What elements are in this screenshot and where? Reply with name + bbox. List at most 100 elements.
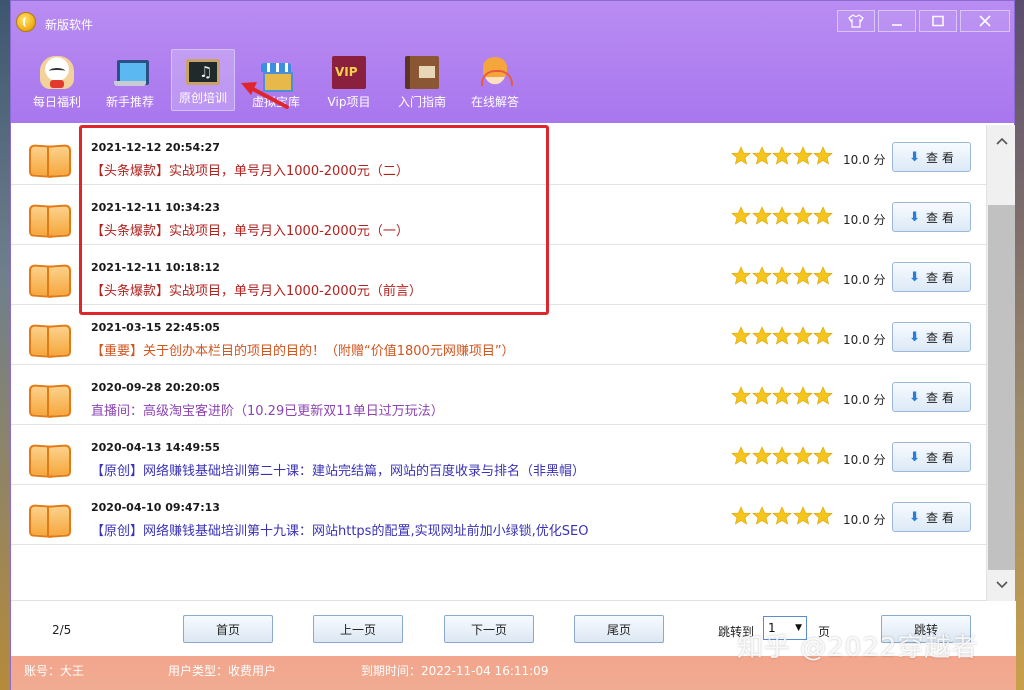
star-icon [772, 206, 792, 226]
list-item[interactable]: 2021-03-15 22:45:05 【重要】关于创办本栏目的项目的目的！（附赠… [11, 305, 996, 365]
star-icon [792, 146, 813, 166]
open-book-icon [29, 385, 71, 415]
toolbar-item-label: Vip项目 [327, 95, 371, 109]
star-icon [813, 266, 833, 286]
page-indicator: 2/5 [52, 623, 72, 637]
star-icon [751, 266, 772, 286]
skin-button[interactable] [837, 10, 875, 32]
toolbar-item-0[interactable]: 每日福利 [25, 49, 89, 111]
book-guide-icon [405, 56, 439, 89]
window-title: 新版软件 [45, 18, 94, 32]
list-item[interactable]: 2021-12-11 10:18:12 【头条爆款】实战项目，单号月入1000-2… [11, 245, 996, 305]
window-controls [834, 10, 1014, 32]
minimize-button[interactable] [878, 10, 916, 32]
next-page-button[interactable]: 下一页 [444, 615, 534, 643]
item-title-link[interactable]: 【头条爆款】实战项目，单号月入1000-2000元（前言） [91, 280, 422, 299]
list-item[interactable]: 2021-12-12 20:54:27 【头条爆款】实战项目，单号月入1000-2… [11, 125, 996, 185]
article-list: 2021-12-12 20:54:27 【头条爆款】实战项目，单号月入1000-2… [11, 125, 996, 601]
chevron-down-icon [995, 581, 1008, 589]
item-title-link[interactable]: 【头条爆款】实战项目，单号月入1000-2000元（二） [91, 160, 409, 179]
toolbar-item-1[interactable]: 新手推荐 [98, 49, 162, 111]
close-button[interactable] [960, 10, 1010, 32]
item-title-link[interactable]: 直播间：高级淘宝客进阶（10.29已更新双11单日过万玩法） [91, 400, 444, 419]
star-icon [792, 326, 813, 346]
item-title-link[interactable]: 【头条爆款】实战项目，单号月入1000-2000元（一） [91, 220, 409, 239]
vip-icon [332, 56, 366, 89]
item-title-link[interactable]: 【重要】关于创办本栏目的项目的目的！（附赠“价值1800元网赚项目”） [91, 340, 515, 359]
list-item[interactable]: 2020-09-28 20:20:05 直播间：高级淘宝客进阶（10.29已更新双… [11, 365, 996, 425]
toolbar-item-6[interactable]: 在线解答 [463, 49, 527, 111]
download-arrow-icon: ⬇ [909, 449, 921, 465]
rating-stars [731, 146, 834, 166]
scroll-down-button[interactable] [987, 571, 1016, 599]
star-icon [751, 506, 772, 526]
download-arrow-icon: ⬇ [909, 509, 921, 525]
list-item[interactable]: 2021-12-11 10:34:23 【头条爆款】实战项目，单号月入1000-2… [11, 185, 996, 245]
item-score: 10.0 分 [843, 213, 886, 227]
view-button[interactable]: ⬇ 查 看 [892, 202, 971, 232]
last-page-button[interactable]: 尾页 [574, 615, 664, 643]
item-score: 10.0 分 [843, 333, 886, 347]
view-button-label: 查 看 [926, 510, 954, 525]
toolbar-item-label: 原创培训 [178, 91, 227, 105]
list-item[interactable]: 2020-04-10 09:47:13 【原创】网络赚钱基础培训第十九课：网站ht… [11, 485, 996, 545]
view-button-label: 查 看 [926, 330, 954, 345]
view-button-label: 查 看 [926, 450, 954, 465]
title-bar: 新版软件 [11, 1, 1014, 41]
star-icon [772, 446, 792, 466]
scroll-up-button[interactable] [987, 127, 1016, 155]
download-arrow-icon: ⬇ [909, 389, 921, 405]
vertical-scrollbar[interactable] [986, 125, 1015, 601]
scroll-thumb[interactable] [988, 205, 1015, 570]
view-button[interactable]: ⬇ 查 看 [892, 502, 971, 532]
open-book-icon [29, 145, 71, 175]
list-item[interactable]: 2020-04-13 14:49:55 【原创】网络赚钱基础培训第二十课：建站完结… [11, 425, 996, 485]
open-book-icon [29, 265, 71, 295]
toolbar-item-4[interactable]: Vip项目 [317, 49, 381, 111]
view-button-label: 查 看 [926, 210, 954, 225]
expiry-status: 到期时间：2022-11-04 16:11:09 [361, 664, 549, 678]
rating-stars [731, 386, 834, 406]
maximize-icon [932, 15, 944, 27]
view-button[interactable]: ⬇ 查 看 [892, 262, 971, 292]
item-date: 2021-12-11 10:18:12 [91, 261, 220, 274]
prev-page-button[interactable]: 上一页 [313, 615, 403, 643]
app-window: 新版软件 每日福利新手推荐原创培训虚拟宝库Vip项目入门指南在线解答 [10, 0, 1016, 690]
star-icon [731, 386, 751, 406]
view-button[interactable]: ⬇ 查 看 [892, 382, 971, 412]
view-button[interactable]: ⬇ 查 看 [892, 322, 971, 352]
item-date: 2021-12-12 20:54:27 [91, 141, 220, 154]
maximize-button[interactable] [919, 10, 957, 32]
app-logo-icon [16, 12, 36, 32]
view-button-label: 查 看 [926, 390, 954, 405]
item-title-link[interactable]: 【原创】网络赚钱基础培训第二十课：建站完结篇，网站的百度收录与排名（非黑帽） [91, 460, 585, 479]
star-icon [792, 386, 813, 406]
download-arrow-icon: ⬇ [909, 269, 921, 285]
toolbar-item-2[interactable]: 原创培训 [171, 49, 235, 111]
close-icon [979, 15, 991, 27]
toolbar-item-5[interactable]: 入门指南 [390, 49, 454, 111]
star-icon [751, 146, 772, 166]
star-icon [731, 446, 751, 466]
tshirt-icon [848, 14, 864, 28]
rating-stars [731, 206, 834, 226]
open-book-icon [29, 205, 71, 235]
rating-stars [731, 326, 834, 346]
item-score: 10.0 分 [843, 453, 886, 467]
star-icon [813, 146, 833, 166]
star-icon [731, 206, 751, 226]
item-score: 10.0 分 [843, 393, 886, 407]
view-button[interactable]: ⬇ 查 看 [892, 142, 971, 172]
star-icon [731, 506, 751, 526]
toolbar-item-label: 在线解答 [470, 95, 519, 109]
view-button[interactable]: ⬇ 查 看 [892, 442, 971, 472]
open-book-icon [29, 325, 71, 355]
item-title-link[interactable]: 【原创】网络赚钱基础培训第十九课：网站https的配置,实现网址前加小绿锁,优化… [91, 520, 588, 539]
toolbar-item-label: 入门指南 [397, 95, 446, 109]
lucky-cat-icon [40, 56, 74, 89]
star-icon [751, 386, 772, 406]
blackboard-icon [186, 59, 220, 85]
item-score: 10.0 分 [843, 513, 886, 527]
header: 新版软件 每日福利新手推荐原创培训虚拟宝库Vip项目入门指南在线解答 [11, 1, 1014, 123]
first-page-button[interactable]: 首页 [183, 615, 273, 643]
